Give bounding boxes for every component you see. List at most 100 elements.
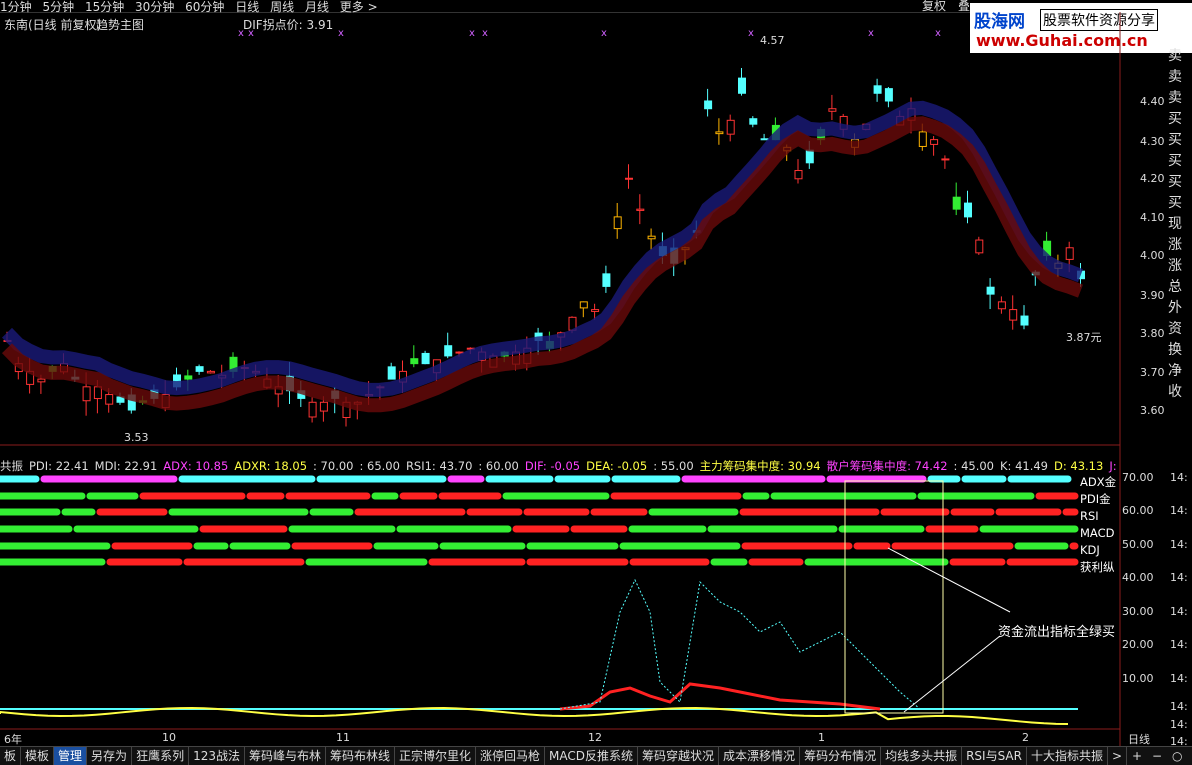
- formula-tab[interactable]: 板: [0, 747, 22, 765]
- candle-body: [828, 108, 837, 112]
- signal-marker: x: [748, 28, 754, 39]
- candle-body: [1020, 315, 1029, 326]
- date-tick: 2: [1022, 731, 1029, 744]
- formula-tab[interactable]: RSI与SAR: [962, 747, 1027, 765]
- formula-tab[interactable]: 管理: [54, 747, 88, 765]
- low-annotation: 3.53: [124, 431, 149, 444]
- indicator-value: 散户筹码集中度: 74.42: [826, 459, 948, 473]
- highlight-box: [844, 480, 944, 714]
- candle-body: [930, 139, 939, 145]
- candle-body: [964, 202, 972, 218]
- formula-tab[interactable]: >: [1108, 747, 1128, 765]
- ind-tick: 40.00: [1122, 571, 1154, 584]
- indicator-header: 共振 PDI: 22.41 MDI: 22.91 ADX: 10.85 ADXR: 18…: [0, 458, 1120, 474]
- formula-tab[interactable]: 另存为: [87, 747, 133, 765]
- formula-tab[interactable]: 筹码峰与布林: [245, 747, 326, 765]
- candle-body: [794, 170, 803, 180]
- formula-tab[interactable]: 筹码分布情况: [800, 747, 882, 765]
- candle-body: [749, 118, 758, 125]
- formula-tab[interactable]: 模板: [21, 747, 55, 765]
- candle-body: [206, 370, 215, 374]
- formula-tab[interactable]: 狂鹰系列: [132, 747, 190, 765]
- candle-body: [444, 345, 453, 357]
- date-tick: 10: [162, 731, 176, 744]
- price-tick: 4.10: [1140, 211, 1165, 224]
- candle-body: [591, 309, 600, 312]
- ma-ribbon: [1, 100, 1083, 397]
- candle-body: [918, 131, 927, 147]
- quote-label: 买三: [1168, 153, 1182, 169]
- date-tick: 11: [336, 731, 350, 744]
- indicator-value: : 65.00: [359, 459, 400, 473]
- candle-body: [602, 273, 611, 287]
- price-tick: 4.00: [1140, 249, 1165, 262]
- candle-body: [805, 149, 814, 164]
- indicator-value: ADXR: 18.05: [234, 459, 308, 473]
- formula-tab[interactable]: MACD反推系统: [545, 747, 639, 765]
- time-tick: 14:: [1170, 672, 1188, 685]
- time-tick: 14:: [1170, 718, 1188, 731]
- zoom-control[interactable]: +: [1128, 747, 1146, 765]
- candle-body: [760, 138, 769, 141]
- candle-body: [579, 301, 588, 309]
- ma-ribbon: [1, 116, 1083, 413]
- time-tick: 14:: [1170, 571, 1188, 584]
- formula-tabs: 板模板 管理 另存为 狂鹰系列 123战法 筹码峰与布林 筹码布林线 正宗博尔里化 涨停回马枪 M…: [0, 746, 1192, 765]
- price-tick: 3.70: [1140, 366, 1165, 379]
- zoom-control[interactable]: −: [1148, 747, 1166, 765]
- candle-body: [625, 177, 633, 180]
- adjust-button[interactable]: 复权: [922, 0, 946, 12]
- indicator-value: 共振: [0, 459, 23, 473]
- candle-body: [941, 158, 950, 161]
- candle-body: [975, 239, 984, 254]
- quote-label: 外盘: [1168, 300, 1182, 316]
- quote-label: 买二: [1168, 132, 1182, 148]
- formula-tab[interactable]: 均线多头共振: [881, 747, 963, 765]
- indicator-value: ADX: 10.85: [163, 459, 229, 473]
- candle-body: [1065, 247, 1074, 260]
- formula-tab[interactable]: 十大指标共振: [1027, 747, 1108, 765]
- candle-body: [308, 401, 317, 418]
- candle-body: [613, 216, 622, 230]
- formula-tab[interactable]: 涨停回马枪: [476, 747, 546, 765]
- indicator-value: D: 43.13: [1054, 459, 1104, 473]
- price-tick: 3.90: [1140, 289, 1165, 302]
- candle-body: [1009, 309, 1018, 321]
- formula-tab[interactable]: 正宗博尔里化: [395, 747, 477, 765]
- formula-tab[interactable]: 筹码穿越状况: [638, 747, 720, 765]
- zoom-control[interactable]: ○: [1168, 747, 1186, 765]
- period-indicator: 日线: [1128, 733, 1150, 746]
- overlay-button[interactable]: 叠: [958, 0, 970, 12]
- date-tick: 12: [588, 731, 602, 744]
- formula-tab[interactable]: 筹码布林线: [326, 747, 396, 765]
- candle-body: [986, 286, 995, 295]
- candle-body: [636, 208, 645, 211]
- indicator-value: J: 3: [1109, 459, 1120, 473]
- candle-body: [387, 366, 396, 380]
- price-tick: 3.60: [1140, 404, 1165, 417]
- signal-marker: x: [601, 28, 607, 39]
- candle-body: [952, 196, 961, 210]
- ind-tick: 10.00: [1122, 672, 1154, 685]
- candle-body: [37, 378, 46, 383]
- indicator-value: DEA: -0.05: [586, 459, 648, 473]
- signal-marker: x: [482, 28, 488, 39]
- time-tick: 14:: [1170, 605, 1188, 618]
- indicator-value: MDI: 22.91: [94, 459, 158, 473]
- candle-body: [319, 401, 328, 412]
- yellow-line: [0, 707, 1069, 725]
- formula-tab[interactable]: 成本漂移情况: [719, 747, 801, 765]
- formula-tab[interactable]: 123战法: [189, 747, 245, 765]
- ind-tick: 30.00: [1122, 605, 1154, 618]
- quote-label: 买四: [1168, 174, 1182, 190]
- quote-label: 资产: [1168, 321, 1182, 337]
- quote-label: 换手: [1168, 342, 1182, 358]
- candle-body: [421, 352, 430, 365]
- price-tick: 4.20: [1140, 172, 1165, 185]
- candle-body: [647, 235, 656, 240]
- candle-body: [184, 375, 193, 380]
- ind-tick: 60.00: [1122, 504, 1154, 517]
- candle-body: [738, 77, 746, 94]
- indicator-value: : 55.00: [653, 459, 694, 473]
- red-line: [559, 682, 881, 711]
